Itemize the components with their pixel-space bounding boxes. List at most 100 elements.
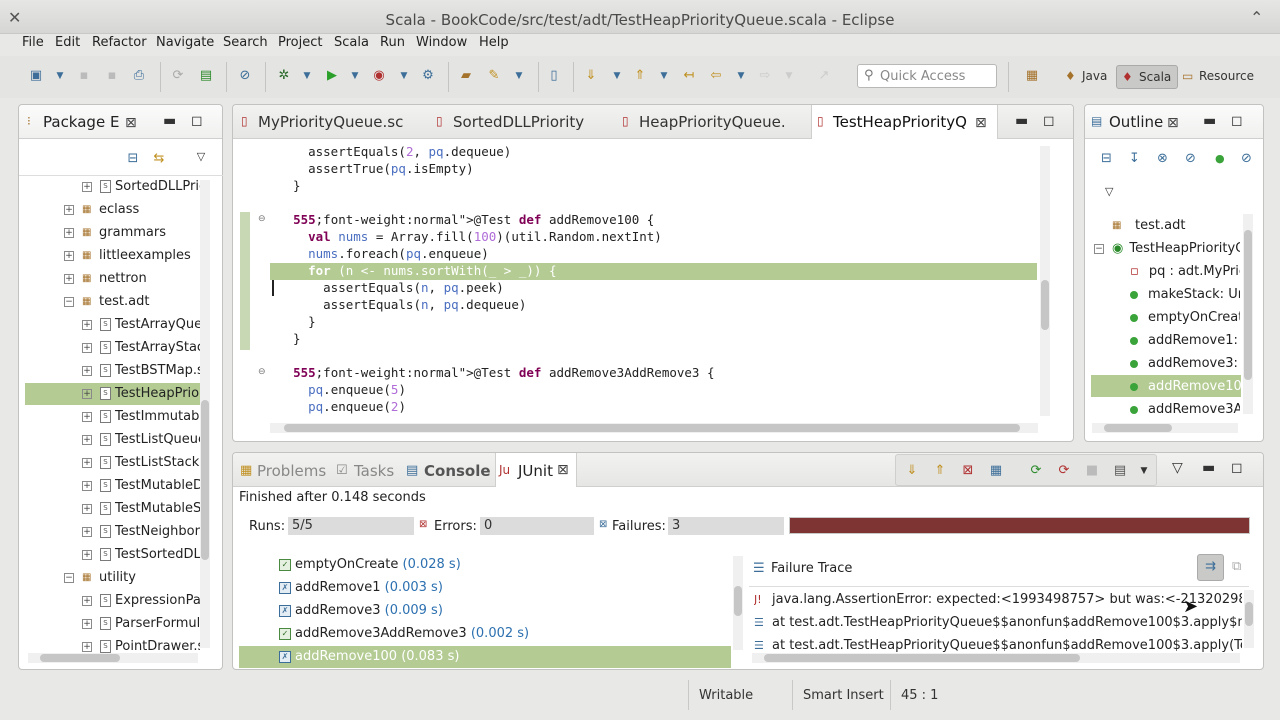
expand-icon[interactable]: + xyxy=(64,250,74,261)
tab-junit[interactable]: JUnit xyxy=(518,462,553,480)
menu-navigate[interactable]: Navigate xyxy=(156,35,214,50)
maximize-icon[interactable]: ◻ xyxy=(191,113,203,129)
minimize-icon[interactable]: ▬ xyxy=(1203,113,1216,129)
expand-icon[interactable]: + xyxy=(82,411,92,422)
trace-line[interactable]: J! java.lang.AssertionError: expected:<19… xyxy=(754,590,1242,612)
last-edit-icon[interactable]: ↤ xyxy=(681,68,697,84)
package-tree-item[interactable]: + S ExpressionPar xyxy=(82,590,200,612)
maximize-icon[interactable]: ◻ xyxy=(1231,460,1243,476)
open-perspective-icon[interactable]: ▦ xyxy=(1024,68,1040,84)
scroll-thumb[interactable] xyxy=(201,400,209,560)
package-tree-item[interactable]: + S ParserFormula xyxy=(82,613,200,635)
close-icon[interactable]: ⊠ xyxy=(1167,115,1179,131)
history-icon[interactable]: ▤ xyxy=(1112,463,1128,479)
link-icon[interactable]: ⟳ xyxy=(170,68,186,84)
view-menu-icon[interactable]: ▽ xyxy=(193,149,209,165)
dropdown-icon[interactable]: ▼ xyxy=(656,68,672,84)
save-all-icon[interactable]: ▪ xyxy=(104,68,120,84)
package-tree-item[interactable]: + S TestBSTMap.s xyxy=(82,360,200,382)
expand-icon[interactable]: + xyxy=(82,319,92,330)
dropdown-icon[interactable]: ▼ xyxy=(511,68,527,84)
outline-item[interactable]: makeStack: Ur xyxy=(1130,283,1240,305)
view-menu-icon[interactable]: ▽ xyxy=(1105,185,1113,198)
rerun-failures-icon[interactable]: ⟳ xyxy=(1056,463,1072,479)
dropdown-icon[interactable]: ▼ xyxy=(52,68,68,84)
expand-icon[interactable]: + xyxy=(82,526,92,537)
expand-icon[interactable]: + xyxy=(82,342,92,353)
tab-console[interactable]: Console xyxy=(424,462,491,480)
package-tree-item[interactable]: + S TestMutableD xyxy=(82,475,200,497)
menu-scala[interactable]: Scala xyxy=(334,35,369,50)
toggle-mark-icon[interactable]: ▯ xyxy=(546,68,562,84)
expand-icon[interactable]: + xyxy=(82,365,92,376)
outline-item[interactable]: addRemove3: xyxy=(1130,352,1240,374)
package-tree-item[interactable]: + S TestNeighborI xyxy=(82,521,200,543)
menu-refactor[interactable]: Refactor xyxy=(92,35,147,50)
fold-icon[interactable]: ⊖ xyxy=(258,367,266,377)
hide-nonpublic-icon[interactable]: ● xyxy=(1215,152,1225,165)
perspective-scala[interactable]: ♦ Scala xyxy=(1116,65,1179,89)
test-result-row[interactable]: ✗ addRemove1 (0.003 s) xyxy=(279,577,731,599)
expand-icon[interactable]: + xyxy=(82,480,92,491)
hide-fields-icon[interactable]: ⊗ xyxy=(1157,151,1168,166)
tab-testheappriorityqueue[interactable]: TestHeapPriorityQ xyxy=(833,113,967,131)
skip-breakpoints-icon[interactable]: ⊘ xyxy=(237,68,253,84)
package-tree-item[interactable]: + S TestHeapPriori xyxy=(25,383,200,405)
maximize-icon[interactable]: ◻ xyxy=(1231,113,1243,129)
hide-static-icon[interactable]: ⊘ xyxy=(1185,151,1196,166)
package-tree-item[interactable]: + ▦ nettron xyxy=(64,268,200,290)
debug-icon[interactable]: ✲ xyxy=(276,68,292,84)
package-tree-item[interactable]: + ▦ grammars xyxy=(64,222,200,244)
tab-problems[interactable]: Problems xyxy=(257,462,326,480)
menu-edit[interactable]: Edit xyxy=(55,35,80,50)
back-icon[interactable]: ⇦ xyxy=(708,68,724,84)
show-failures-only-icon[interactable]: ⊠ xyxy=(960,463,976,479)
perspective-resource[interactable]: ▭ Resource xyxy=(1177,65,1260,89)
maximize-icon[interactable]: ◻ xyxy=(1043,113,1055,129)
dropdown-icon[interactable]: ▼ xyxy=(733,68,749,84)
rerun-icon[interactable]: ⟳ xyxy=(1028,463,1044,479)
dropdown-icon[interactable]: ▼ xyxy=(1136,463,1152,479)
collapse-icon[interactable]: − xyxy=(64,296,74,307)
test-result-row[interactable]: ✗ addRemove3 (0.009 s) xyxy=(279,600,731,622)
expand-icon[interactable]: + xyxy=(82,549,92,560)
test-result-row[interactable]: ✗ addRemove100 (0.083 s) xyxy=(239,646,731,668)
menu-window[interactable]: Window xyxy=(416,35,467,50)
expand-icon[interactable]: + xyxy=(82,434,92,445)
test-result-row[interactable]: ✓ addRemove3AddRemove3 (0.002 s) xyxy=(279,623,731,645)
package-tree-item[interactable]: + ▦ littleexamples xyxy=(64,245,200,267)
package-tree-item[interactable]: + S TestMutableSl xyxy=(82,498,200,520)
link-with-editor-icon[interactable]: ⇆ xyxy=(151,151,167,167)
trace-vscroll[interactable] xyxy=(1244,590,1254,648)
compare-result-icon[interactable]: ⧉ xyxy=(1232,559,1241,574)
tab-heappriorityqueue[interactable]: HeapPriorityQueue. xyxy=(639,113,786,131)
collapse-icon[interactable]: − xyxy=(64,572,74,583)
trace-hscroll[interactable] xyxy=(752,653,1240,663)
menu-file[interactable]: File xyxy=(22,35,44,50)
scroll-thumb[interactable] xyxy=(764,654,1080,662)
stop-icon[interactable]: ■ xyxy=(1084,463,1100,479)
collapse-icon[interactable]: − xyxy=(1094,243,1104,254)
tasks-icon[interactable]: ▤ xyxy=(198,68,214,84)
package-tree-item[interactable]: + S TestArrayStac xyxy=(82,337,200,359)
package-tree-item[interactable]: + S TestListStack. xyxy=(82,452,200,474)
perspective-java[interactable]: ♦ Java xyxy=(1060,65,1113,89)
menu-run[interactable]: Run xyxy=(380,35,405,50)
outline-item[interactable]: addRemove1: xyxy=(1130,329,1240,351)
collapse-all-icon[interactable]: ⊟ xyxy=(1101,151,1112,166)
package-tree-item[interactable]: + S TestArrayQue xyxy=(82,314,200,336)
scroll-thumb[interactable] xyxy=(1244,230,1252,380)
minimize-icon[interactable]: ▬ xyxy=(1202,460,1215,476)
dropdown-icon[interactable]: ▼ xyxy=(347,68,363,84)
sort-icon[interactable]: ↧ xyxy=(1129,151,1140,166)
package-tree-item[interactable]: − ▦ test.adt xyxy=(64,291,200,313)
prev-annotation-icon[interactable]: ⇑ xyxy=(632,68,648,84)
print-icon[interactable]: ⎙ xyxy=(131,68,147,84)
scroll-thumb[interactable] xyxy=(40,654,120,662)
coverage-icon[interactable]: ◉ xyxy=(371,68,387,84)
prev-failure-icon[interactable]: ⇑ xyxy=(932,463,948,479)
outline-item[interactable]: − ◉ TestHeapPriorityQ xyxy=(1094,237,1240,259)
menu-help[interactable]: Help xyxy=(479,35,509,50)
collapse-all-icon[interactable]: ⊟ xyxy=(125,151,141,167)
expand-icon[interactable]: + xyxy=(82,388,92,399)
